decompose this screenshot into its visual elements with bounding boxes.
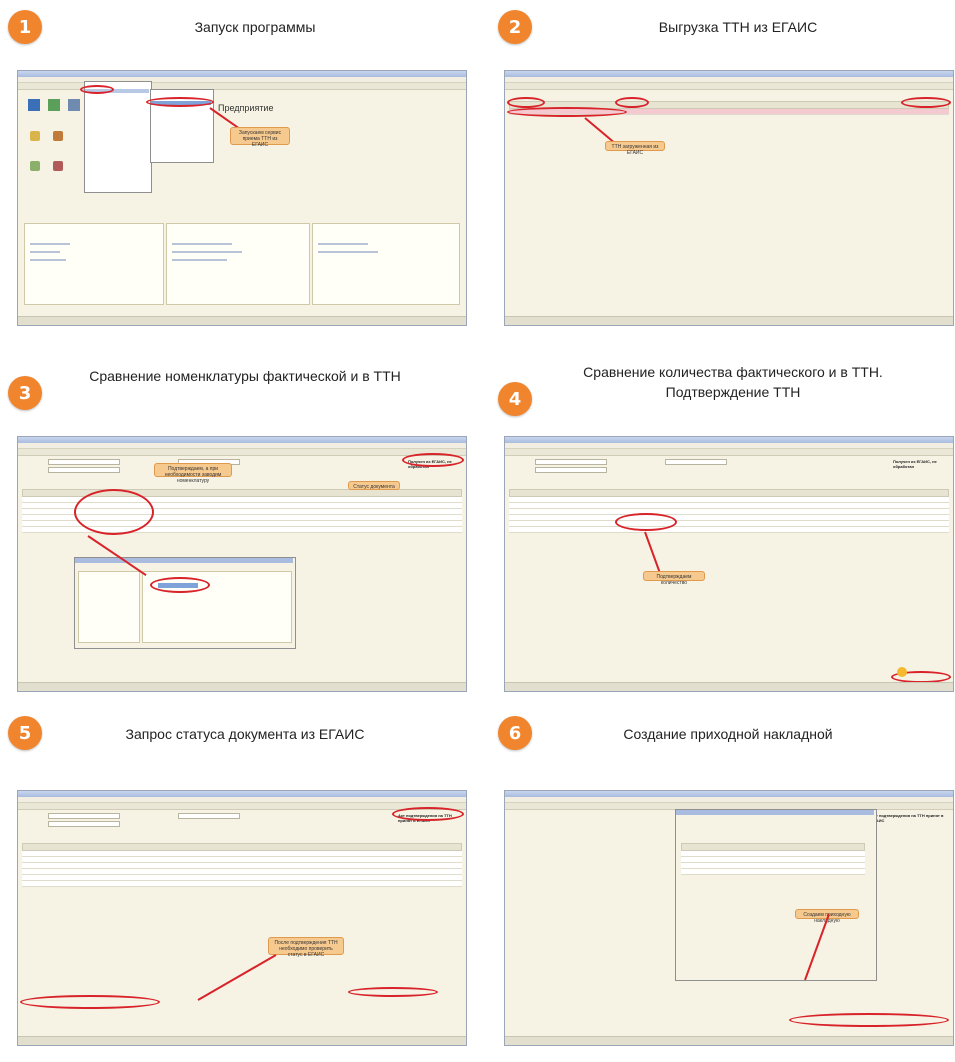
step-title: Сравнение количества фактического и в ТТ… xyxy=(583,364,883,400)
annotation: Подтверждаем, а при необходимости заводи… xyxy=(154,463,232,484)
step-title: Запрос статуса документа из ЕГАИС xyxy=(125,726,365,742)
annotation: Подтверждаем количество xyxy=(643,571,705,586)
step-number-badge: 6 xyxy=(498,716,532,750)
step-title: Создание приходной накладной xyxy=(623,726,833,742)
step-title: Выгрузка ТТН из ЕГАИС xyxy=(658,19,818,35)
screenshot-compare-quantity: Получен из ЕГАИС, не обработан Подтвержд… xyxy=(504,436,954,692)
step-2: 2 Выгрузка ТТН из ЕГАИС ТТН загруженная … xyxy=(478,0,954,354)
screenshot-create-invoice: Акт подтверждения на ТТН принят в ЕГАИС … xyxy=(504,790,954,1046)
step-6: 6 Создание приходной накладной Акт подтв… xyxy=(478,708,954,1062)
step-1: 1 Запуск программы Предприятие Запускаем… xyxy=(0,0,475,354)
step-number-badge: 1 xyxy=(8,10,42,44)
annotation-status: Статус документа xyxy=(348,481,400,490)
annotation: Запускаем сервис приема ТТН из ЕГАИС xyxy=(230,127,290,148)
screenshot-status-request: Акт подтверждения на ТТН принят в ЕГАИС … xyxy=(17,790,467,1046)
doc-status: Акт подтверждения на ТТН принят в ЕГАИС xyxy=(871,813,944,823)
heading-enterprise: Предприятие xyxy=(218,103,274,113)
invoice-window xyxy=(675,809,877,981)
step-number-badge: 4 xyxy=(498,382,532,416)
step-4: 4 Сравнение количества фактического и в … xyxy=(478,354,954,708)
step-number-badge: 3 xyxy=(8,376,42,410)
screenshot-compare-nomenclature: Получен из ЕГАИС, не обработан Подтвержд… xyxy=(17,436,467,692)
step-3: 3 Сравнение номенклатуры фактической и в… xyxy=(0,354,475,708)
step-number-badge: 5 xyxy=(8,716,42,750)
step-5: 5 Запрос статуса документа из ЕГАИС Акт … xyxy=(0,708,475,1062)
screenshot-ttn-download: ТТН загруженная из ЕГАИС xyxy=(504,70,954,326)
screenshot-launch: Предприятие Запускаем сервис приема ТТН … xyxy=(17,70,467,326)
step-number-badge: 2 xyxy=(498,10,532,44)
doc-status: Получен из ЕГАИС, не обработан xyxy=(893,459,937,469)
step-title: Запуск программы xyxy=(194,19,316,35)
main-menu xyxy=(84,81,152,193)
step-title: Сравнение номенклатуры фактической и в Т… xyxy=(89,368,401,384)
annotation: ТТН загруженная из ЕГАИС xyxy=(605,141,665,156)
annotation: После подтверждения ТТН необходимо прове… xyxy=(268,937,344,958)
